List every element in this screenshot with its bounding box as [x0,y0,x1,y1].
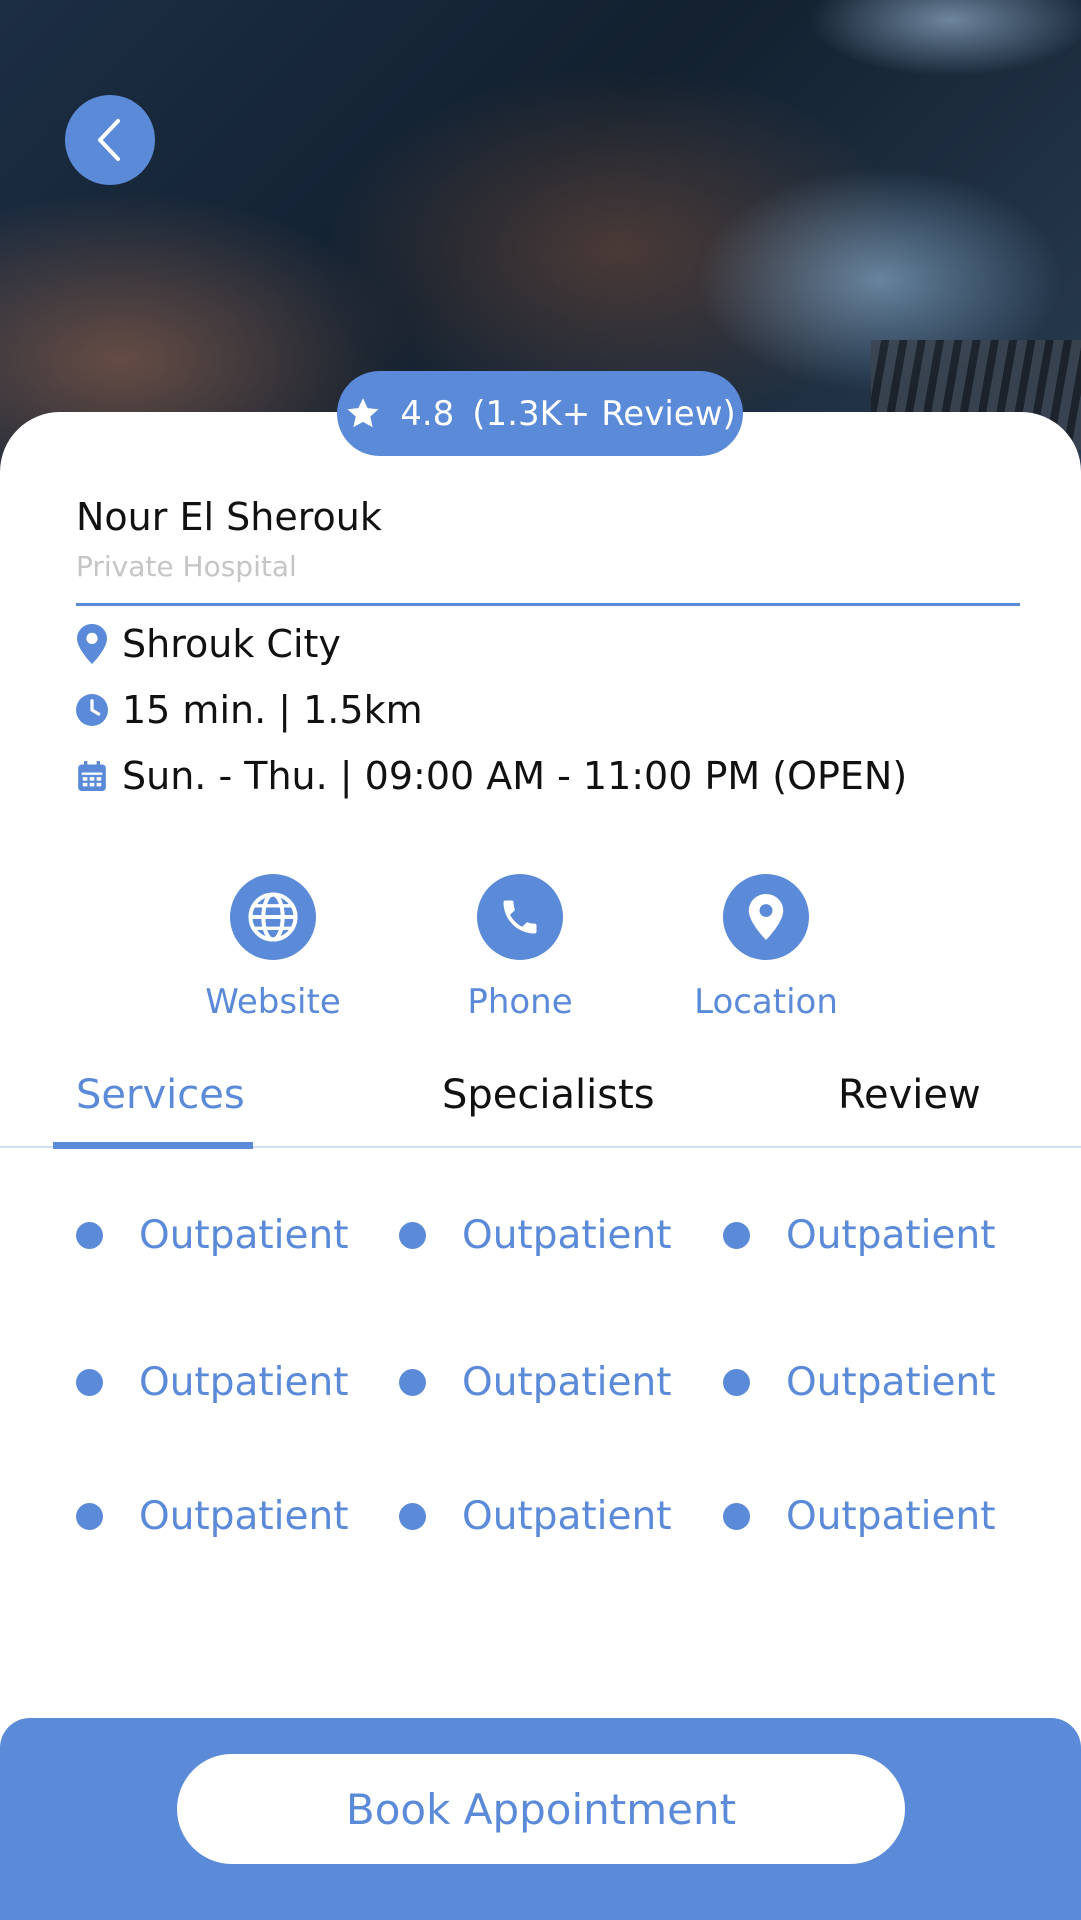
phone-icon [503,900,537,934]
service-item: Outpatient [399,1213,672,1258]
bullet-icon [723,1222,750,1249]
hours-row: Sun. - Thu. | 09:00 AM - 11:00 PM (OPEN) [76,754,907,798]
service-item: Outpatient [723,1213,996,1258]
phone-button[interactable]: Phone [430,874,610,1022]
bullet-icon [76,1369,103,1396]
location-label: Location [694,982,838,1022]
location-button[interactable]: Location [676,874,856,1022]
rating-score: 4.8 [400,393,455,434]
tab-specialists[interactable]: Specialists [442,1072,655,1118]
bullet-icon [723,1369,750,1396]
service-item: Outpatient [723,1494,996,1539]
location-row: Shrouk City [76,622,341,666]
bullet-icon [76,1222,103,1249]
back-button[interactable] [65,95,155,185]
service-item: Outpatient [399,1494,672,1539]
star-icon [347,397,379,427]
facility-name: Nour El Sherouk [76,495,382,539]
service-label: Outpatient [462,1494,672,1539]
map-pin-icon [77,624,107,664]
service-label: Outpatient [139,1494,349,1539]
service-item: Outpatient [76,1213,349,1258]
service-label: Outpatient [139,1360,349,1405]
divider [76,603,1020,606]
rating-badge[interactable]: 4.8 (1.3K+ Review) [337,371,743,456]
distance-text: 15 min. | 1.5km [122,688,423,732]
bullet-icon [399,1503,426,1530]
bullet-icon [399,1369,426,1396]
service-item: Outpatient [723,1360,996,1405]
service-label: Outpatient [462,1360,672,1405]
website-circle [230,874,316,960]
service-label: Outpatient [786,1360,996,1405]
service-label: Outpatient [139,1213,349,1258]
rating-count: (1.3K+ Review) [472,393,736,434]
active-tab-indicator [53,1142,253,1149]
phone-circle [477,874,563,960]
chevron-left-icon [98,119,120,161]
tab-review[interactable]: Review [838,1072,981,1118]
book-appointment-button[interactable]: Book Appointment [177,1754,905,1864]
service-label: Outpatient [786,1213,996,1258]
website-button[interactable]: Website [183,874,363,1022]
phone-label: Phone [467,982,573,1022]
bullet-icon [399,1222,426,1249]
tab-services[interactable]: Services [76,1072,245,1118]
calendar-icon [78,761,106,791]
distance-row: 15 min. | 1.5km [76,688,423,732]
service-label: Outpatient [462,1213,672,1258]
globe-icon [248,892,298,942]
map-pin-icon [748,894,784,940]
service-item: Outpatient [76,1494,349,1539]
clock-icon [76,694,108,726]
service-item: Outpatient [399,1360,672,1405]
service-label: Outpatient [786,1494,996,1539]
location-circle [723,874,809,960]
service-item: Outpatient [76,1360,349,1405]
bullet-icon [723,1503,750,1530]
location-text: Shrouk City [122,622,341,666]
website-label: Website [205,982,341,1022]
bullet-icon [76,1503,103,1530]
hours-text: Sun. - Thu. | 09:00 AM - 11:00 PM (OPEN) [122,754,908,798]
facility-type: Private Hospital [76,550,297,583]
